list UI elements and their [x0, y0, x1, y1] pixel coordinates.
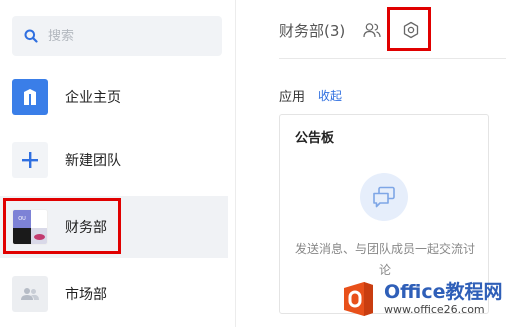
sidebar-item-label: 市场部 — [65, 287, 107, 303]
highlight-box-settings — [387, 7, 431, 51]
watermark-brand: Office教程网 — [384, 280, 503, 303]
card-title: 公告板 — [295, 131, 335, 146]
collapse-link[interactable]: 收起 — [318, 87, 342, 104]
watermark-url: www.office26.com — [384, 302, 485, 316]
search-icon — [24, 29, 38, 43]
plus-icon — [12, 142, 48, 178]
sidebar-item-marketing[interactable]: 市场部 — [0, 263, 228, 325]
sidebar-item-new-team[interactable]: 新建团队 — [0, 129, 228, 191]
page-title: 财务部(3) — [279, 22, 346, 40]
people-icon — [12, 276, 48, 312]
watermark: Office教程网 www.office26.com — [340, 270, 506, 327]
search-input[interactable] — [48, 28, 208, 44]
apps-label: 应用 — [279, 90, 306, 105]
sidebar-item-company-home[interactable]: 企业主页 — [0, 66, 228, 128]
divider — [279, 58, 506, 59]
chat-icon — [360, 173, 408, 221]
sidebar-item-label: 企业主页 — [65, 90, 121, 106]
home-icon — [12, 79, 48, 115]
highlight-box-finance — [3, 198, 121, 254]
office-logo — [344, 281, 373, 316]
search-box[interactable] — [12, 16, 222, 56]
members-icon[interactable] — [363, 21, 381, 39]
sidebar: 企业主页 新建团队 OU 财务部 市场部 — [0, 0, 236, 327]
sidebar-item-label: 新建团队 — [65, 153, 121, 169]
